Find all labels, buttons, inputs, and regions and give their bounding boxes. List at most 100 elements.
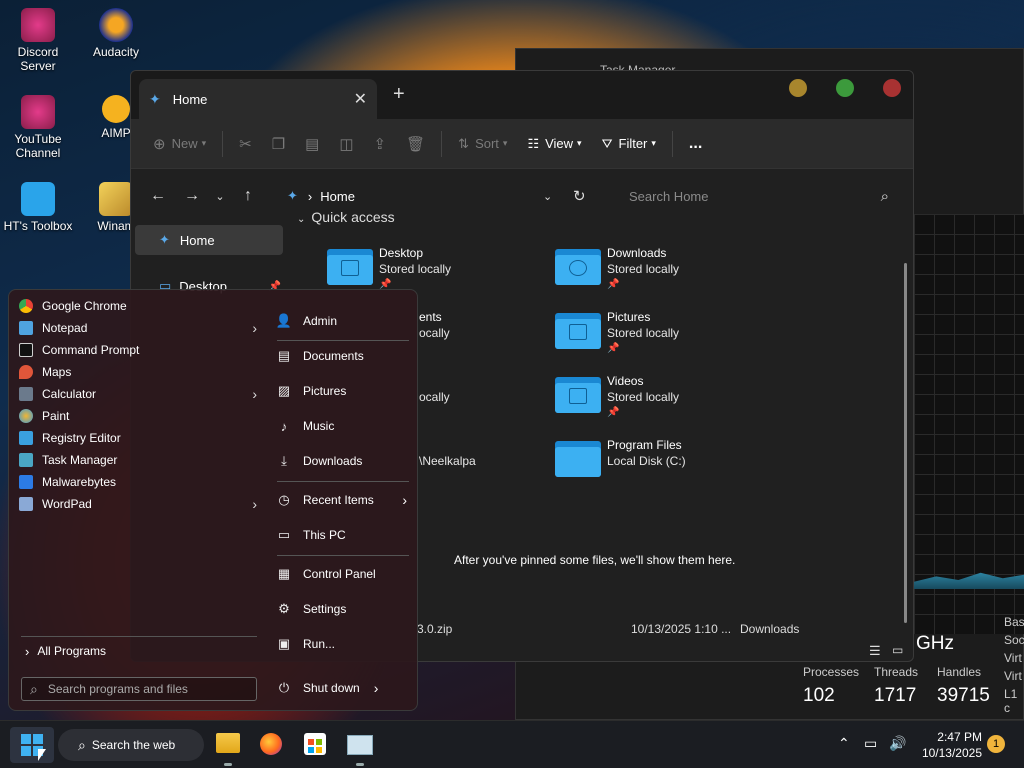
place-music[interactable]: ♪ Music (275, 411, 411, 441)
new-tab-button[interactable]: + (393, 83, 405, 106)
all-programs-button[interactable]: › All Programs (19, 640, 259, 662)
cut-button[interactable]: ✂ (229, 128, 262, 160)
taskbar-search-box[interactable]: ⌕ Search the web (58, 729, 204, 761)
sort-icon: ⇅ (458, 135, 470, 151)
place-admin[interactable]: 👤 Admin (275, 306, 411, 336)
place-pictures[interactable]: ▨ Pictures (275, 376, 411, 406)
search-placeholder: Search programs and files (47, 682, 188, 696)
new-button[interactable]: ⊕ New ▾ (143, 128, 216, 160)
paste-button[interactable]: ▤ (295, 128, 329, 160)
recent-file-date: 10/13/2025 1:10 ... (631, 622, 732, 636)
place-control-panel[interactable]: ▦ Control Panel (275, 559, 411, 589)
filter-button[interactable]: ⛛ Filter ▾ (592, 128, 666, 160)
folder-program-files[interactable]: Program Files Local Disk (C:) (555, 437, 775, 493)
start-search-input[interactable]: ⌕ Search programs and files (21, 677, 257, 701)
clipboard-icon: ▤ (305, 135, 320, 153)
desktop-icon-toolbox[interactable]: HT's Toolbox (0, 182, 76, 233)
aimp-icon (102, 95, 130, 123)
nav-item-home[interactable]: ✦ Home (135, 225, 283, 255)
address-bar[interactable]: ✦ › Home (287, 180, 547, 212)
program-item[interactable]: Paint (19, 405, 259, 427)
program-item[interactable]: WordPad › (19, 493, 259, 515)
search-box[interactable]: Search Home ⌕ (615, 180, 903, 212)
desktop-icon-audacity[interactable]: Audacity (78, 8, 154, 59)
divider (277, 481, 409, 482)
desktop-icon-discord[interactable]: Discord Server (0, 8, 76, 73)
place-documents[interactable]: ▤ Documents (275, 341, 411, 371)
vertical-scrollbar[interactable] (904, 263, 907, 623)
back-button[interactable]: ← (141, 187, 175, 205)
delete-button[interactable]: 🗑 (396, 128, 435, 160)
program-item[interactable]: Notepad › (19, 317, 259, 339)
program-item[interactable]: Google Chrome (19, 295, 259, 317)
pin-icon: 📌 (607, 407, 620, 418)
image-icon: ▨ (277, 383, 291, 398)
place-recent-items[interactable]: ◷ Recent Items › (275, 485, 411, 515)
folder-location: Stored locally (607, 390, 680, 404)
volume-icon[interactable]: 🔊 (889, 735, 906, 752)
pin-icon: 📌 (607, 343, 620, 354)
place-settings[interactable]: ⚙ Settings (275, 594, 411, 624)
more-options-button[interactable]: ... (679, 128, 712, 160)
start-button[interactable] (10, 727, 54, 763)
forward-button[interactable]: → (175, 187, 209, 205)
program-item[interactable]: Task Manager (19, 449, 259, 471)
tab-home[interactable]: ✦ Home ✕ (139, 79, 377, 119)
notification-badge[interactable]: 1 (987, 735, 1005, 753)
chevron-right-icon[interactable]: › (374, 680, 379, 696)
rename-button[interactable]: ◫ (329, 128, 363, 160)
program-item[interactable]: Calculator › (19, 383, 259, 405)
folder-downloads[interactable]: Downloads Stored locally 📌 (555, 245, 775, 301)
desktop-icon-youtube[interactable]: YouTube Channel (0, 95, 76, 160)
copy-button[interactable]: ❐ (262, 128, 295, 160)
recent-locations-button[interactable]: ⌄ (209, 190, 231, 203)
details-view-icon[interactable]: ☰ (869, 643, 881, 659)
start-menu: Google Chrome Notepad › Command Prompt Ma… (8, 289, 418, 711)
up-button[interactable]: ↑ (231, 187, 265, 205)
place-this-pc[interactable]: ▭ This PC (275, 520, 411, 550)
tiles-view-icon[interactable]: ▭ (892, 643, 903, 657)
program-item[interactable]: Registry Editor (19, 427, 259, 449)
shutdown-button[interactable]: ⏻ Shut down › (275, 673, 411, 703)
folder-videos[interactable]: Videos Stored locally 📌 (555, 373, 775, 429)
folder-pictures[interactable]: Pictures Stored locally 📌 (555, 309, 775, 365)
place-downloads[interactable]: ⤓ Downloads (275, 446, 411, 476)
quick-access-header[interactable]: ⌄ Quick access (297, 209, 395, 225)
program-item[interactable]: Malwarebytes (19, 471, 259, 493)
address-dropdown-button[interactable]: ⌄ (543, 190, 573, 203)
program-label: Maps (42, 365, 72, 379)
download-icon: ⤓ (281, 453, 287, 468)
running-indicator (224, 763, 232, 766)
place-run[interactable]: ▣ Run... (275, 629, 411, 659)
side-label: L1 c (1004, 687, 1018, 715)
place-label: Admin (303, 314, 338, 328)
firefox-taskbar-icon[interactable] (260, 733, 282, 755)
network-icon[interactable]: ▭ (864, 735, 877, 752)
maximize-button[interactable] (836, 79, 854, 97)
folder-name: Downloads (607, 246, 667, 260)
program-item[interactable]: Maps (19, 361, 259, 383)
close-tab-icon[interactable]: ✕ (354, 89, 367, 109)
store-taskbar-icon[interactable] (304, 733, 326, 755)
task-manager-taskbar-icon[interactable] (347, 735, 373, 755)
tab-title: Home (172, 91, 208, 107)
chevron-down-icon: ▾ (577, 138, 582, 148)
program-item[interactable]: Command Prompt (19, 339, 259, 361)
clock[interactable]: 2:47 PM 10/13/2025 (920, 729, 982, 761)
side-label: Virt (1004, 651, 1022, 665)
file-explorer-taskbar-icon[interactable] (216, 733, 240, 753)
folder-location: \Neelkalpa (419, 454, 476, 468)
tab-bar: ✦ Home ✕ + (131, 71, 913, 119)
minimize-button[interactable] (789, 79, 807, 97)
divider (441, 130, 443, 157)
control-panel-icon: ▦ (277, 566, 291, 581)
run-icon: ▣ (277, 636, 291, 651)
show-hidden-icons-button[interactable]: ⌃ (838, 735, 850, 752)
sort-button[interactable]: ⇅ Sort ▾ (448, 128, 517, 160)
close-button[interactable] (883, 79, 901, 97)
share-button[interactable]: ⇪ (364, 128, 397, 160)
view-button[interactable]: ☷ View ▾ (517, 128, 591, 160)
recent-file-name[interactable]: 3.0.zip (417, 622, 452, 636)
favorites-empty-message: After you've pinned some files, we'll sh… (454, 553, 736, 567)
refresh-button[interactable]: ↻ (573, 187, 603, 205)
